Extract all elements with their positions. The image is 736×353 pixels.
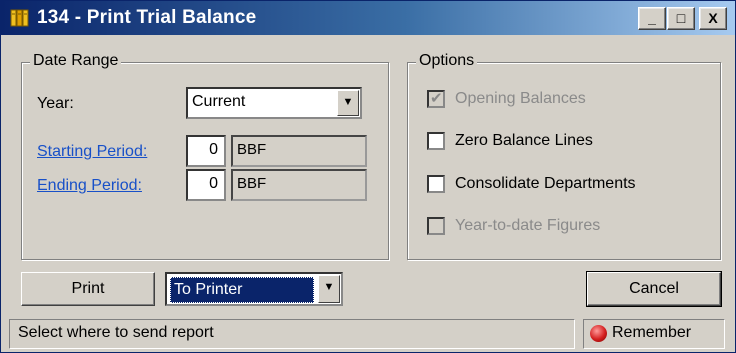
print-button[interactable]: Print xyxy=(21,272,155,306)
consolidate-departments-label: Consolidate Departments xyxy=(455,175,636,192)
title-bar[interactable]: 134 - Print Trial Balance _ □ X xyxy=(1,1,735,35)
ledger-books-icon xyxy=(10,9,29,27)
ending-period-link[interactable]: Ending Period: xyxy=(37,177,142,195)
status-message: Select where to send report xyxy=(9,319,575,349)
zero-balance-lines-checkbox[interactable] xyxy=(427,132,445,150)
opening-balances-checkbox[interactable]: ✔ xyxy=(427,90,445,108)
remember-toggle[interactable]: Remember xyxy=(583,319,725,349)
ending-period-input[interactable]: 0 xyxy=(186,169,226,201)
year-select-value: Current xyxy=(192,93,246,110)
red-light-icon xyxy=(590,325,607,342)
chevron-down-icon[interactable]: ▼ xyxy=(337,90,359,116)
cancel-button[interactable]: Cancel xyxy=(586,271,722,307)
window-title: 134 - Print Trial Balance xyxy=(37,7,257,28)
opening-balances-label: Opening Balances xyxy=(455,90,586,107)
chevron-down-icon[interactable]: ▼ xyxy=(318,275,340,303)
remember-label: Remember xyxy=(612,324,692,341)
destination-select[interactable]: To Printer ▼ xyxy=(165,272,343,306)
close-button[interactable]: X xyxy=(699,7,727,30)
minimize-button[interactable]: _ xyxy=(638,7,666,30)
date-range-legend: Date Range xyxy=(30,52,122,70)
print-trial-balance-window: 134 - Print Trial Balance _ □ X Date Ran… xyxy=(0,0,736,353)
year-label: Year: xyxy=(37,95,74,112)
starting-period-link[interactable]: Starting Period: xyxy=(37,143,147,161)
year-to-date-figures-label: Year-to-date Figures xyxy=(455,217,601,234)
maximize-button[interactable]: □ xyxy=(667,7,695,30)
destination-select-value: To Printer xyxy=(170,277,314,303)
checkmark-icon: ✔ xyxy=(430,90,443,107)
zero-balance-lines-label: Zero Balance Lines xyxy=(455,132,593,149)
year-select[interactable]: Current ▼ xyxy=(186,87,362,119)
starting-period-input[interactable]: 0 xyxy=(186,135,226,167)
options-legend: Options xyxy=(416,52,478,70)
starting-period-description: BBF xyxy=(231,135,367,167)
ending-period-description: BBF xyxy=(231,169,367,201)
year-to-date-figures-checkbox[interactable] xyxy=(427,217,445,235)
consolidate-departments-checkbox[interactable] xyxy=(427,175,445,193)
